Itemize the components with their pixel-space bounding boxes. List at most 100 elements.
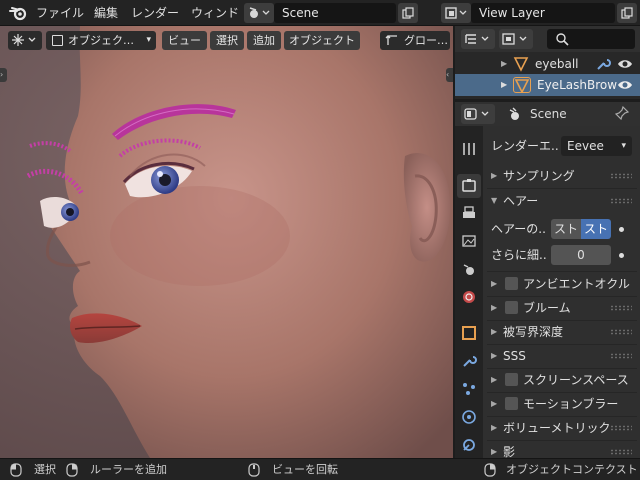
world-icon: [461, 289, 477, 308]
properties-header: Scene: [455, 102, 640, 126]
hair-shape-label: ヘアーの..: [491, 222, 546, 236]
tab-world[interactable]: [457, 286, 481, 310]
pin-icon[interactable]: [614, 105, 630, 123]
scene-name-field[interactable]: Scene: [274, 3, 396, 23]
scene-new-icon[interactable]: [398, 3, 418, 23]
3d-viewport[interactable]: オブジェク… ▾ ビュー 選択 追加 オブジェクト グロー… › ‹: [0, 26, 453, 458]
printer-icon: [461, 205, 477, 224]
properties-panel: Scene レンダーエ.. Eevee ▾ ▶ サンプリング ▼ ヘアー ヘアー…: [455, 102, 640, 458]
tab-tool[interactable]: [457, 138, 481, 162]
panel-ao-label: アンビエントオクル: [523, 277, 630, 291]
physics-icon: [461, 409, 477, 428]
panel-sss[interactable]: ▶ SSS: [483, 344, 640, 368]
panel-volumetrics[interactable]: ▶ ボリューメトリック: [483, 416, 640, 440]
drag-handle-icon[interactable]: [610, 353, 632, 359]
scene-icon: [461, 261, 477, 280]
render-properties: レンダーエ.. Eevee ▾ ▶ サンプリング ▼ ヘアー ヘアーの.. スト: [483, 126, 640, 458]
ao-checkbox[interactable]: [505, 277, 518, 290]
hair-shape-option-2[interactable]: スト: [581, 219, 611, 239]
drag-handle-icon[interactable]: [610, 449, 632, 455]
view-layer-browse-button[interactable]: [441, 3, 471, 23]
panel-dof[interactable]: ▶ 被写界深度: [483, 320, 640, 344]
menu-edit[interactable]: 編集: [94, 0, 118, 26]
expand-arrow-icon[interactable]: ▶: [501, 74, 507, 96]
sidebar-toggle-icon[interactable]: ‹: [446, 68, 453, 82]
hair-subdiv-row: さらに細.. 0: [483, 243, 640, 267]
outliner-search-input[interactable]: [547, 29, 635, 49]
blender-logo-icon[interactable]: [8, 4, 28, 22]
drag-handle-icon[interactable]: [610, 305, 632, 311]
tab-constraints[interactable]: [457, 434, 481, 458]
drag-handle-icon[interactable]: [610, 329, 632, 335]
tab-modifiers[interactable]: [457, 350, 481, 374]
collapsed-arrow-icon: ▶: [491, 351, 498, 360]
collapsed-arrow-icon: ▶: [491, 399, 498, 408]
outliner-header: [455, 26, 640, 52]
object-menu[interactable]: オブジェクト: [284, 31, 360, 50]
object-mode-label: オブジェク…: [68, 34, 134, 47]
view-layer-new-icon[interactable]: [617, 3, 637, 23]
scene-browse-button[interactable]: [244, 3, 274, 23]
collapsed-arrow-icon: ▶: [491, 171, 498, 180]
mouse-right-icon: [484, 463, 496, 480]
toolbar-toggle-icon[interactable]: ›: [0, 68, 7, 82]
menu-file[interactable]: ファイル: [36, 0, 84, 26]
panel-motion-blur[interactable]: ▶ モーションブラー: [483, 392, 640, 416]
object-mode-dropdown[interactable]: オブジェク… ▾: [46, 31, 156, 50]
outliner-row-eyeball[interactable]: ▶ eyeball: [455, 53, 640, 75]
transform-orientation-dropdown[interactable]: グロー…: [380, 31, 450, 50]
panel-sampling[interactable]: ▶ サンプリング: [483, 164, 640, 188]
tab-physics[interactable]: [457, 406, 481, 430]
bloom-checkbox[interactable]: [505, 301, 518, 314]
render-engine-dropdown[interactable]: Eevee ▾: [561, 136, 632, 156]
object-square-icon: [461, 325, 477, 344]
outliner-filter-button[interactable]: [499, 29, 533, 49]
tab-output[interactable]: [457, 202, 481, 226]
hair-shape-option-1[interactable]: スト: [551, 219, 581, 239]
outliner-display-mode-button[interactable]: [461, 29, 495, 49]
view-layer-name-field[interactable]: View Layer: [471, 3, 615, 23]
panel-bloom[interactable]: ▶ ブルーム: [483, 296, 640, 320]
tab-particles[interactable]: [457, 378, 481, 402]
eye-visibility-icon[interactable]: [617, 77, 633, 100]
panel-hair[interactable]: ▼ ヘアー: [483, 189, 640, 213]
drag-handle-icon[interactable]: [610, 173, 632, 179]
panel-ao[interactable]: ▶ アンビエントオクル: [483, 272, 640, 296]
blender-window: ファイル 編集 レンダー ウィンド Scene View Layer オブジェク…: [0, 0, 640, 480]
tab-scene[interactable]: [457, 258, 481, 282]
status-rotate-view-label: ビューを回転: [272, 463, 338, 476]
expanded-arrow-icon: ▼: [491, 196, 498, 205]
outliner-row-eyelashbrow[interactable]: ▶ EyeLashBrow: [455, 74, 640, 96]
expand-arrow-icon[interactable]: ▶: [501, 53, 507, 75]
hair-shape-row: ヘアーの.. スト スト: [483, 217, 640, 241]
panel-ssr-label: スクリーンスペース: [523, 373, 629, 387]
drag-handle-icon[interactable]: [610, 198, 632, 204]
properties-editor-type-button[interactable]: [461, 104, 495, 124]
render-engine-label: レンダーエ..: [491, 139, 559, 153]
hair-subdiv-input[interactable]: 0: [551, 245, 611, 265]
tab-render[interactable]: [457, 174, 481, 198]
collapsed-arrow-icon: ▶: [491, 303, 498, 312]
tab-view-layer[interactable]: [457, 230, 481, 254]
keyframe-dot-icon[interactable]: [619, 227, 624, 232]
viewport-header: オブジェク… ▾ ビュー 選択 追加 オブジェクト グロー…: [0, 28, 453, 52]
add-menu[interactable]: 追加: [247, 31, 281, 50]
menu-window[interactable]: ウィンド: [191, 0, 239, 26]
mouse-left-icon: [10, 463, 22, 480]
outliner-panel: ▶ eyeball ▶ EyeLashBrow: [455, 26, 640, 99]
keyframe-dot-icon[interactable]: [619, 253, 624, 258]
panel-ssr[interactable]: ▶ スクリーンスペース: [483, 368, 640, 392]
select-menu[interactable]: 選択: [210, 31, 244, 50]
panel-shadows[interactable]: ▶ 影: [483, 440, 640, 458]
ssr-checkbox[interactable]: [505, 373, 518, 386]
view-menu[interactable]: ビュー: [162, 31, 207, 50]
panel-motion-blur-label: モーションブラー: [523, 397, 619, 411]
mouse-right-icon: [66, 463, 78, 480]
drag-handle-icon[interactable]: [610, 425, 632, 431]
collapsed-arrow-icon: ▶: [491, 423, 498, 432]
motion-blur-checkbox[interactable]: [505, 397, 518, 410]
menu-render[interactable]: レンダー: [131, 0, 179, 26]
editor-type-button[interactable]: [8, 31, 42, 50]
tab-object[interactable]: [457, 322, 481, 346]
hair-subdiv-label: さらに細..: [491, 248, 547, 262]
